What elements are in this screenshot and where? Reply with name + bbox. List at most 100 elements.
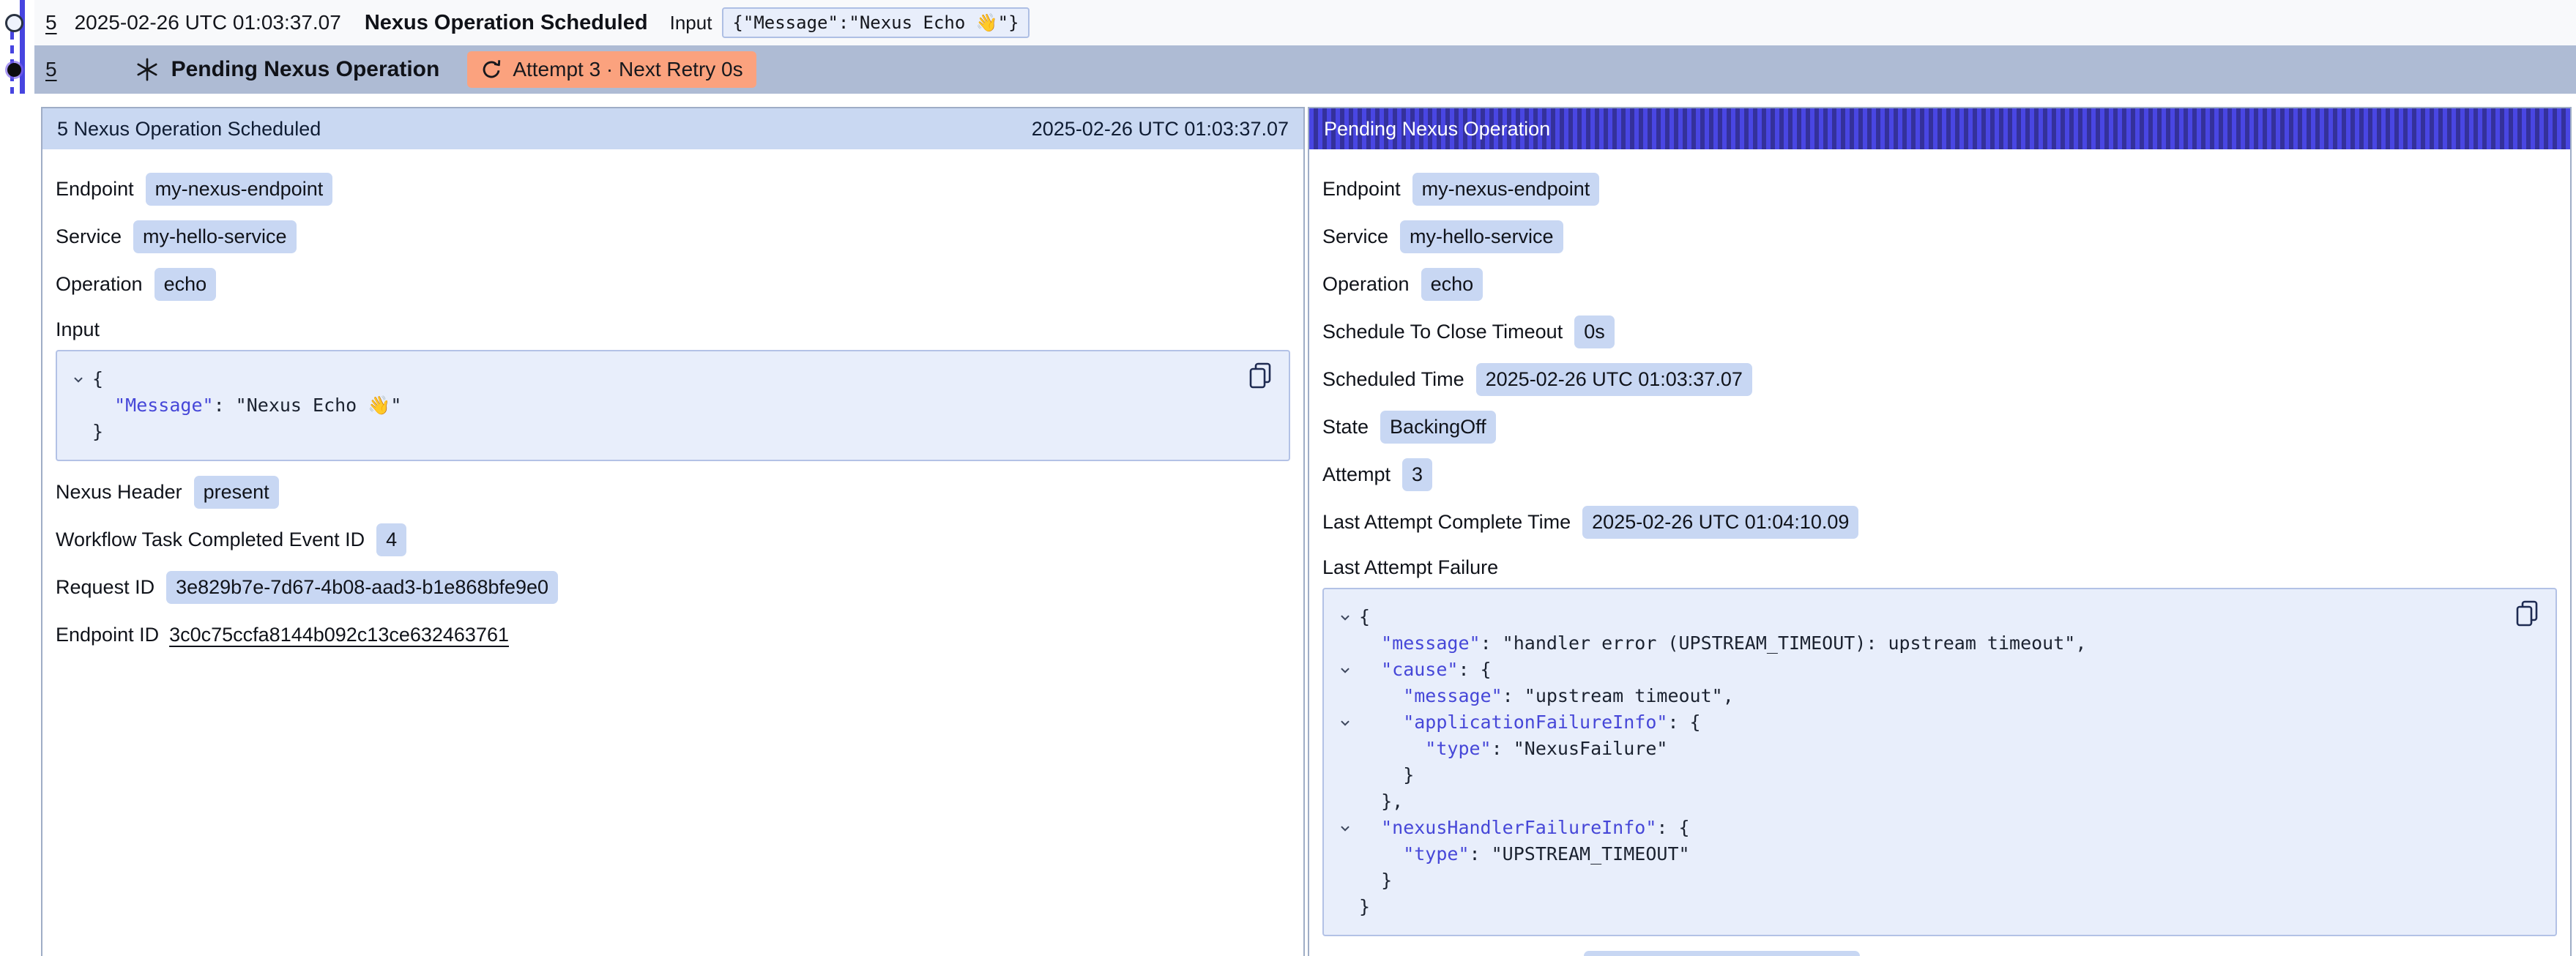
- field-label: Workflow Task Completed Event ID: [56, 529, 365, 551]
- json-line-text: "Message": "Nexus Echo 👋": [92, 392, 401, 419]
- field-label: Operation: [56, 273, 143, 296]
- event-id-link[interactable]: 5: [45, 11, 57, 34]
- field-row: Scheduled Time2025-02-26 UTC 01:03:37.07: [1322, 363, 2557, 396]
- pending-operation-panel: Pending Nexus Operation Endpointmy-nexus…: [1308, 107, 2572, 956]
- json-line: }: [64, 419, 1237, 445]
- gutter-spacer: [1331, 736, 1359, 762]
- gutter-spacer: [1331, 683, 1359, 709]
- json-line: "Message": "Nexus Echo 👋": [64, 392, 1237, 419]
- field-label: Schedule To Close Timeout: [1322, 321, 1563, 343]
- event-input-label: Input: [670, 12, 712, 34]
- field-row: Endpoint ID 3c0c75ccfa8144b092c13ce63246…: [56, 619, 1290, 651]
- json-line: {: [1331, 604, 2504, 630]
- gutter-spacer: [1331, 894, 1359, 920]
- event-title: Nexus Operation Scheduled: [365, 11, 648, 35]
- json-key: "Message": [114, 395, 213, 416]
- field-label: Attempt: [1322, 463, 1391, 486]
- json-line-text: "nexusHandlerFailureInfo": {: [1359, 815, 1690, 841]
- event-row-pending[interactable]: 5 Pending Nexus Operation Attempt 3 · Ne…: [34, 45, 2576, 94]
- gutter-spacer: [1331, 630, 1359, 657]
- event-row-scheduled[interactable]: 5 2025-02-26 UTC 01:03:37.07 Nexus Opera…: [34, 0, 2576, 45]
- field-label: Nexus Header: [56, 481, 182, 504]
- copy-button[interactable]: [1248, 362, 1273, 389]
- field-value-badge: echo: [155, 268, 217, 301]
- field-value-badge: 3: [1402, 458, 1432, 491]
- field-row: Operation echo: [56, 268, 1290, 301]
- retry-icon: [480, 59, 502, 81]
- collapse-chevron-icon[interactable]: [1331, 604, 1359, 630]
- copy-icon: [1248, 362, 1273, 389]
- timeline-filled-dot-icon: [7, 63, 21, 77]
- failure-section-label: Last Attempt Failure: [1322, 556, 2557, 579]
- endpoint-id-link[interactable]: 3c0c75ccfa8144b092c13ce632463761: [169, 624, 509, 646]
- json-line-text: "type": "UPSTREAM_TIMEOUT": [1359, 841, 1690, 867]
- json-line-text: },: [1359, 788, 1403, 815]
- field-row: State BackingOff: [1322, 411, 2557, 444]
- field-label: Service: [1322, 225, 1388, 248]
- collapse-chevron-icon[interactable]: [64, 366, 92, 392]
- field-value-badge: my-nexus-endpoint: [1412, 173, 1600, 206]
- event-input-preview: {"Message":"Nexus Echo 👋"}: [722, 7, 1029, 38]
- collapse-chevron-icon[interactable]: [1331, 815, 1359, 841]
- json-line-text: "applicationFailureInfo": {: [1359, 709, 1701, 736]
- field-label: Request ID: [56, 576, 155, 599]
- json-key: "applicationFailureInfo": [1403, 712, 1667, 733]
- input-json-lines: {"Message": "Nexus Echo 👋"}: [64, 366, 1237, 445]
- field-value-badge: my-hello-service: [133, 220, 297, 253]
- field-row: Endpointmy-nexus-endpoint: [1322, 173, 2557, 206]
- pending-title: Pending Nexus Operation: [171, 57, 440, 82]
- field-value-badge: my-nexus-endpoint: [146, 173, 333, 206]
- pending-panel-title: Pending Nexus Operation: [1324, 118, 1550, 141]
- field-label: Operation: [1322, 273, 1410, 296]
- field-value-badge: BackingOff: [1380, 411, 1496, 444]
- scheduled-fields-group: Endpointmy-nexus-endpointServicemy-hello…: [56, 173, 1290, 301]
- json-line: "cause": {: [1331, 657, 2504, 683]
- field-value-badge: 3e829b7e-7d67-4b08-aad3-b1e868bfe9e0: [166, 571, 558, 604]
- json-key: "type": [1403, 843, 1469, 864]
- field-row: Last Attempt Complete Time2025-02-26 UTC…: [1322, 506, 2557, 539]
- json-line: },: [1331, 788, 2504, 815]
- json-line-text: }: [1359, 867, 1392, 894]
- timeline-open-dot-icon: [5, 14, 23, 32]
- field-label: State: [1322, 416, 1369, 438]
- field-value-badge: my-hello-service: [1400, 220, 1563, 253]
- field-row: Nexus Headerpresent: [56, 476, 1290, 509]
- field-value-badge: 2025-02-26 UTC 01:04:10.09: [1582, 506, 1858, 539]
- gutter-spacer: [1331, 762, 1359, 788]
- copy-button[interactable]: [2514, 600, 2539, 627]
- pending-panel-body: Endpointmy-nexus-endpoint Service my-hello…: [1309, 149, 2570, 956]
- field-label: Service: [56, 225, 122, 248]
- field-row: Attempt 3: [1322, 458, 2557, 491]
- json-line: "type": "UPSTREAM_TIMEOUT": [1331, 841, 2504, 867]
- retry-status-badge: Attempt 3 · Next Retry 0s: [467, 51, 756, 88]
- pending-fields-group: Endpointmy-nexus-endpoint Service my-hello…: [1322, 173, 2557, 539]
- retry-badge-label: Attempt 3 · Next Retry 0s: [513, 58, 742, 81]
- json-key: "cause": [1381, 659, 1458, 680]
- json-line: {: [64, 366, 1237, 392]
- scheduled-fields-group-2: Nexus Headerpresent Workflow Task Complet…: [56, 476, 1290, 604]
- json-key: "message": [1403, 685, 1502, 706]
- field-value-badge: 2025-02-26 UTC 01:03:37.07: [1476, 363, 1752, 396]
- field-row: Workflow Task Completed Event ID 4: [56, 523, 1290, 556]
- event-id-link[interactable]: 5: [45, 58, 57, 81]
- field-row: Service my-hello-service: [56, 220, 1290, 253]
- json-key: "nexusHandlerFailureInfo": [1381, 817, 1656, 838]
- json-line: "message": "handler error (UPSTREAM_TIME…: [1331, 630, 2504, 657]
- json-line-text: {: [92, 366, 103, 392]
- json-line-text: "message": "upstream timeout",: [1359, 683, 1734, 709]
- json-line: "applicationFailureInfo": {: [1331, 709, 2504, 736]
- field-label: Endpoint ID: [56, 624, 159, 646]
- pending-panel-header: Pending Nexus Operation: [1309, 108, 2570, 149]
- field-value-badge: 4: [376, 523, 406, 556]
- scheduled-panel-title: 5 Nexus Operation Scheduled: [57, 118, 321, 141]
- field-row: Next Attempt Schedule Time 2025-02-26 UT…: [1322, 951, 2557, 956]
- json-line-text: "cause": {: [1359, 657, 1492, 683]
- scheduled-event-panel: 5 Nexus Operation Scheduled 2025-02-26 U…: [41, 107, 1305, 956]
- scheduled-panel-header: 5 Nexus Operation Scheduled 2025-02-26 U…: [42, 108, 1303, 149]
- gutter-spacer: [1331, 841, 1359, 867]
- collapse-chevron-icon[interactable]: [1331, 657, 1359, 683]
- collapse-chevron-icon[interactable]: [1331, 709, 1359, 736]
- detail-panels: 5 Nexus Operation Scheduled 2025-02-26 U…: [41, 107, 2572, 956]
- field-value-badge: echo: [1421, 268, 1484, 301]
- field-value-badge: 0s: [1574, 315, 1615, 348]
